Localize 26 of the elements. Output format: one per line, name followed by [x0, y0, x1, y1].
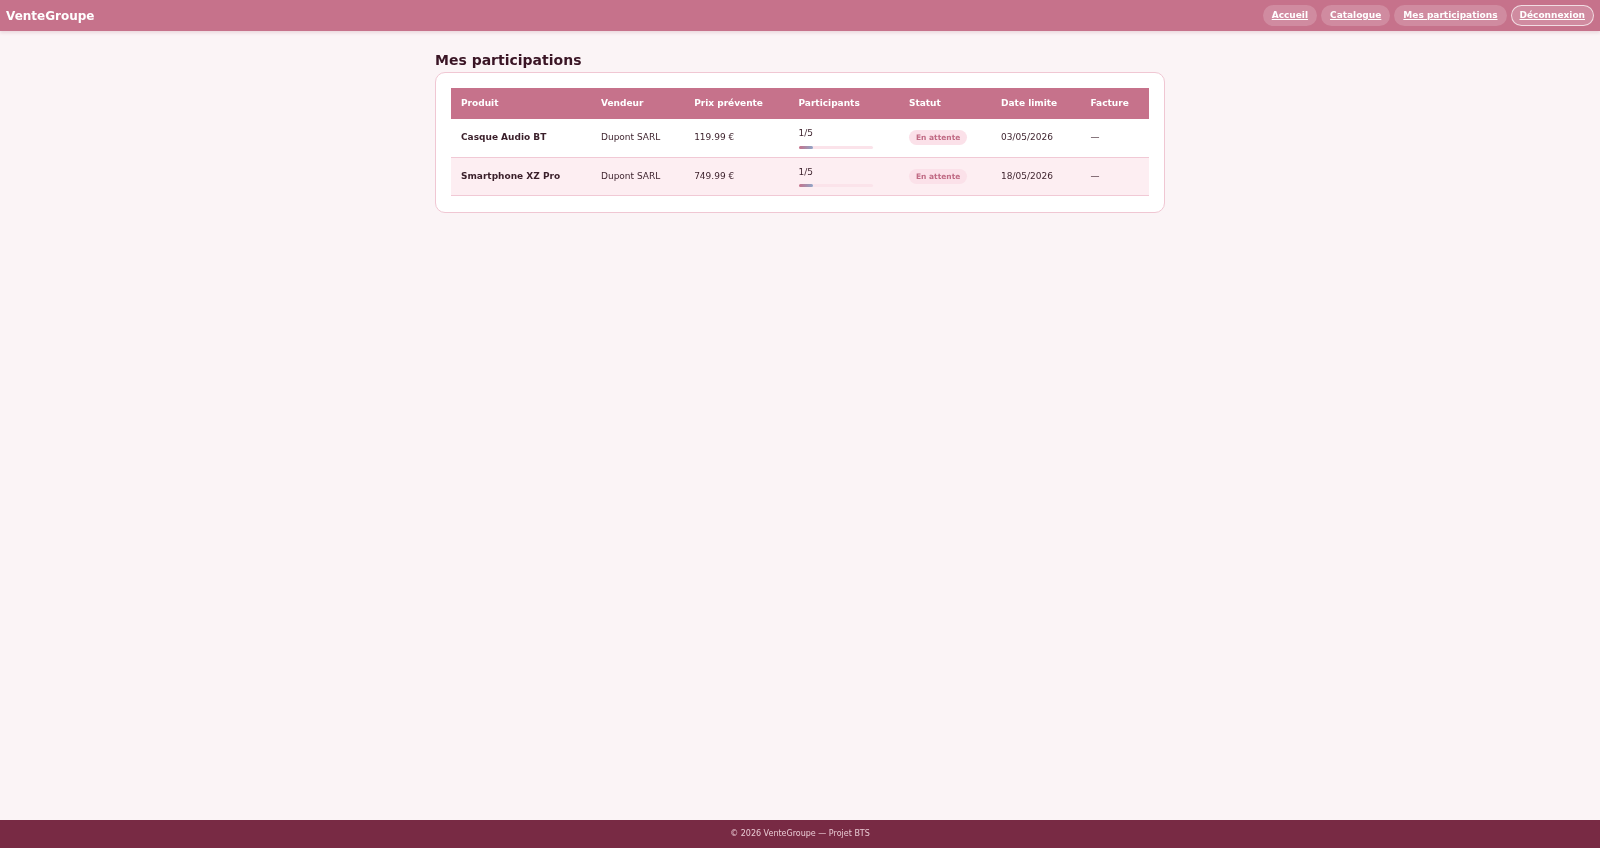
seller-name: Dupont SARL — [601, 170, 661, 181]
footer-text: © 2026 VenteGroupe — Projet BTS — [730, 828, 870, 840]
nav-link-button[interactable]: Mes participations — [1394, 4, 1507, 27]
column-header: Produit — [451, 87, 591, 120]
deadline-date: 03/05/2026 — [1001, 132, 1053, 143]
column-header: Vendeur — [591, 87, 685, 120]
brand-logo[interactable]: VenteGroupe — [6, 6, 95, 25]
price-text: 749.99 € — [694, 170, 735, 181]
product-name: Casque Audio BT — [461, 132, 547, 143]
page-title: Mes participations — [435, 52, 583, 69]
seller-name: Dupont SARL — [601, 132, 661, 143]
column-header: Prix prévente — [684, 87, 789, 120]
invoice-text: — — [1090, 132, 1100, 143]
price-text: 119.99 € — [694, 132, 735, 143]
column-header: Date limite — [991, 87, 1081, 120]
column-header: Facture — [1080, 87, 1149, 120]
participants-count: 1/5 — [798, 127, 814, 141]
column-header: Participants — [788, 87, 899, 120]
nav-link-button[interactable]: Accueil — [1262, 4, 1318, 27]
deadline-date: 18/05/2026 — [1001, 170, 1053, 181]
nav-link-button[interactable]: Déconnexion — [1510, 4, 1594, 27]
nav-link-button[interactable]: Catalogue — [1321, 4, 1391, 27]
column-header: Statut — [898, 87, 992, 120]
product-name: Smartphone XZ Pro — [461, 170, 561, 181]
participants-count: 1/5 — [798, 165, 814, 179]
invoice-text: — — [1090, 170, 1100, 181]
